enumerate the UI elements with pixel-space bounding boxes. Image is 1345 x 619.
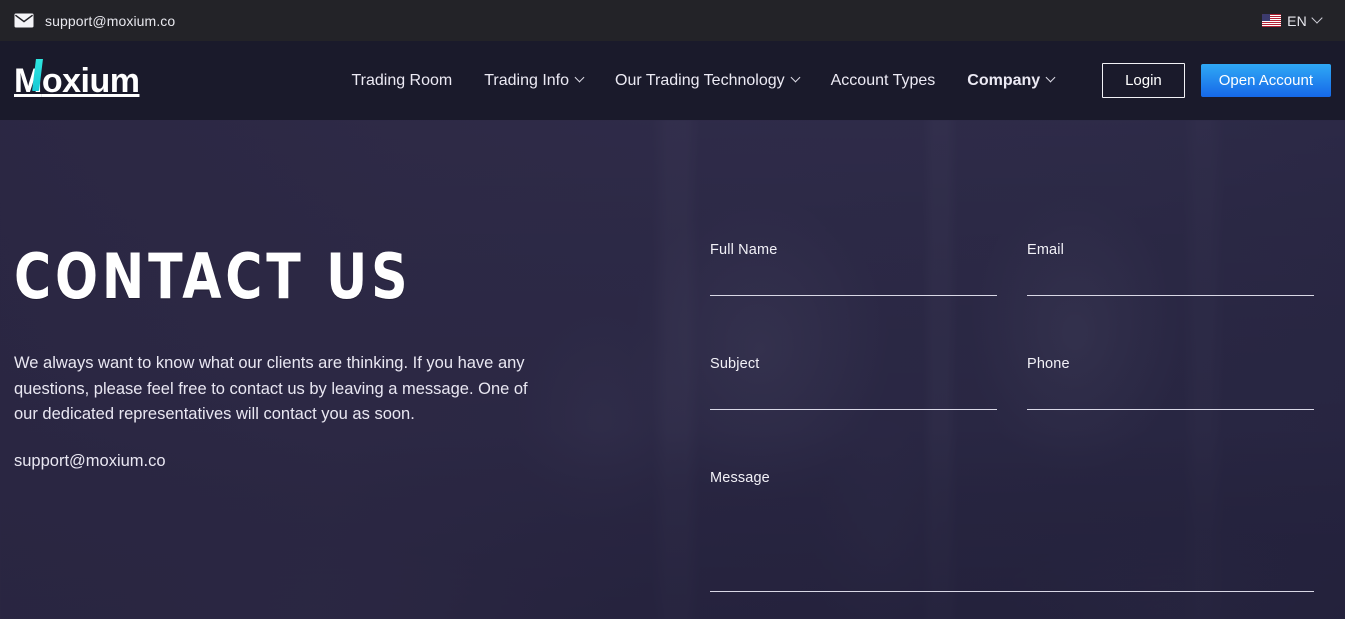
chevron-down-icon [1311,11,1323,24]
field-email: Email [1027,242,1314,296]
phone-input[interactable] [1027,388,1314,410]
topbar-email-link[interactable]: support@moxium.co [45,13,175,29]
email-input[interactable] [1027,274,1314,296]
chevron-down-icon [1045,72,1056,83]
field-full-name: Full Name [710,242,997,296]
message-textarea[interactable] [710,502,1314,592]
nav-label: Account Types [830,71,936,89]
chevron-down-icon [790,72,801,83]
hero-paragraph: We always want to know what our clients … [14,354,528,423]
nav-item-account-types[interactable]: Account Types [831,72,936,90]
nav-actions: Login Open Account [1102,63,1331,98]
contact-hero: CONTACT US We always want to know what o… [0,120,1345,619]
nav-item-our-trading-technology[interactable]: Our Trading Technology [615,71,801,90]
hero-email-link[interactable]: support@moxium.co [14,452,574,471]
subject-input[interactable] [710,388,997,410]
logo-initial: M [14,61,42,100]
phone-label: Phone [1027,356,1070,372]
message-label: Message [710,470,770,486]
primary-nav: Trading Room Trading Info Our Trading Te… [351,71,1056,90]
nav-item-trading-room[interactable]: Trading Room [351,72,452,90]
nav-label: Trading Room [351,71,453,89]
open-account-button[interactable]: Open Account [1200,64,1331,97]
form-row-spacer [710,296,1314,356]
field-subject: Subject [710,356,997,410]
full-name-input[interactable] [710,274,997,296]
field-message: Message [710,470,1314,592]
topbar-contact: support@moxium.co [14,13,175,29]
language-selector[interactable]: EN [1262,11,1331,29]
mail-icon [14,13,34,28]
field-phone: Phone [1027,356,1314,410]
chevron-down-icon [574,72,585,83]
nav-item-company[interactable]: Company [967,71,1056,90]
form-row-spacer [710,410,1314,470]
subject-label: Subject [710,356,760,372]
us-flag-icon [1262,14,1282,27]
nav-label: Trading Info [484,71,570,89]
main-navbar: Moxium Trading Room Trading Info Our Tra… [0,41,1345,120]
full-name-label: Full Name [710,242,778,258]
nav-item-trading-info[interactable]: Trading Info [484,71,585,90]
top-utility-bar: support@moxium.co EN [0,0,1345,41]
contact-form: Full Name Email Subject Phone Message [710,242,1314,619]
language-code: EN [1287,12,1307,29]
login-button[interactable]: Login [1102,63,1185,98]
site-logo[interactable]: Moxium [14,61,140,100]
nav-label: Our Trading Technology [615,71,785,89]
hero-text-column: CONTACT US We always want to know what o… [14,120,574,471]
nav-label: Company [967,71,1041,89]
logo-text: oxium [41,61,140,100]
email-label: Email [1027,242,1065,258]
page-title: CONTACT US [14,239,412,314]
